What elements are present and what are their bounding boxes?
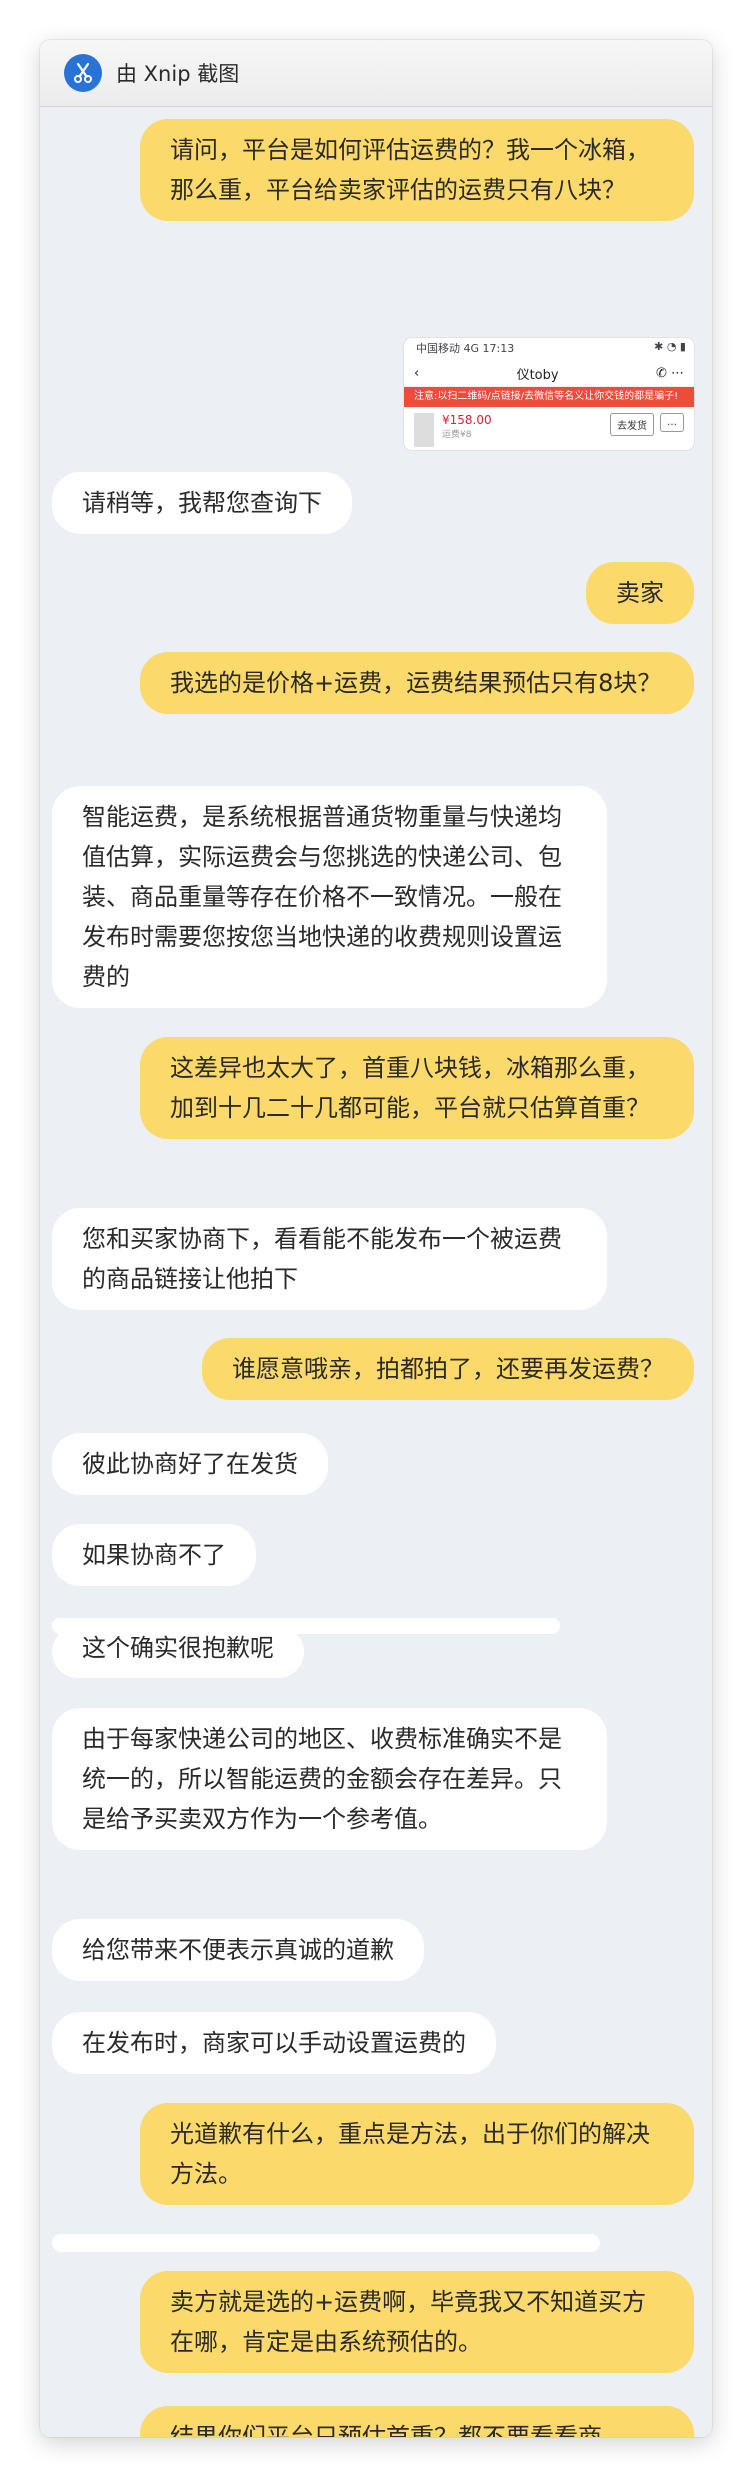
message-bubble-me: 结果你们平台只预估首重？都不要看看商: [140, 2406, 694, 2437]
message-bubble-me: 谁愿意哦亲，拍都拍了，还要再发运费？: [202, 1338, 694, 1400]
product-price: ¥158.00: [442, 413, 492, 427]
chat-area[interactable]: 请问，平台是如何评估运费的？我一个冰箱，那么重，平台给卖家评估的运费只有八块？ …: [40, 106, 712, 2437]
warning-notice: 注意:以扫二维码/点链接/去微信等名义让你交钱的都是骗子!: [404, 387, 694, 407]
message-bubble-partial: [52, 2234, 600, 2252]
message-bubble-them: 这个确实很抱歉呢: [52, 1626, 304, 1678]
title-bar: 由 Xnip 截图: [40, 40, 712, 107]
scissors-icon: [74, 62, 92, 83]
shop-name: 仪toby: [516, 367, 559, 383]
message-bubble-me: 卖家: [586, 562, 694, 624]
xnip-app-icon: [64, 54, 102, 92]
phone-nav-bar: ‹ 仪toby ✆ ⋯: [404, 360, 694, 387]
product-row: ¥158.00 运费¥8 去发货 …: [404, 407, 694, 450]
message-bubble-them: 在发布时，商家可以手动设置运费的: [52, 2012, 496, 2074]
message-bubble-them: 您和买家协商下，看看能不能发布一个被运费的商品链接让他拍下: [52, 1208, 607, 1310]
message-bubble-them: 给您带来不便表示真诚的道歉: [52, 1919, 424, 1981]
message-bubble-them: 彼此协商好了在发货: [52, 1433, 328, 1495]
message-bubble-me: 卖方就是选的+运费啊，毕竟我又不知道买方在哪，肯定是由系统预估的。: [140, 2271, 694, 2373]
status-left: 中国移动 4G 17:13: [416, 342, 515, 355]
message-bubble-them: 由于每家快递公司的地区、收费标准确实不是统一的，所以智能运费的金额会存在差异。只…: [52, 1708, 607, 1850]
message-bubble-me: 这差异也太大了，首重八块钱，冰箱那么重，加到十几二十几都可能，平台就只估算首重？: [140, 1037, 694, 1139]
phone-status-bar: 中国移动 4G 17:13 ✱ ◔ ▮: [404, 338, 694, 360]
window-title: 由 Xnip 截图: [116, 62, 240, 86]
ship-button: 去发货: [610, 413, 654, 436]
chat-screenshot-window: 由 Xnip 截图 请问，平台是如何评估运费的？我一个冰箱，那么重，平台给卖家评…: [40, 40, 712, 2437]
phone-icon: ✆ ⋯: [655, 365, 684, 381]
back-icon: ‹: [414, 365, 420, 381]
product-sub: 运费¥8: [442, 430, 472, 440]
product-thumbnail: [414, 413, 434, 447]
message-bubble-me: 光道歉有什么，重点是方法，出于你们的解决方法。: [140, 2103, 694, 2205]
status-right: ✱ ◔ ▮: [654, 340, 686, 353]
message-bubble-them: 如果协商不了: [52, 1524, 256, 1586]
message-bubble-them: 请稍等，我帮您查询下: [52, 472, 352, 534]
message-bubble-them: 智能运费，是系统根据普通货物重量与快递均值估算，实际运费会与您挑选的快递公司、包…: [52, 786, 607, 1008]
shared-screenshot-image[interactable]: 中国移动 4G 17:13 ✱ ◔ ▮ ‹ 仪toby ✆ ⋯ 注意:以扫二维码…: [404, 338, 694, 450]
message-bubble-me: 我选的是价格+运费，运费结果预估只有8块？: [140, 652, 694, 714]
message-bubble-me: 请问，平台是如何评估运费的？我一个冰箱，那么重，平台给卖家评估的运费只有八块？: [140, 119, 694, 221]
more-button: …: [660, 413, 684, 432]
